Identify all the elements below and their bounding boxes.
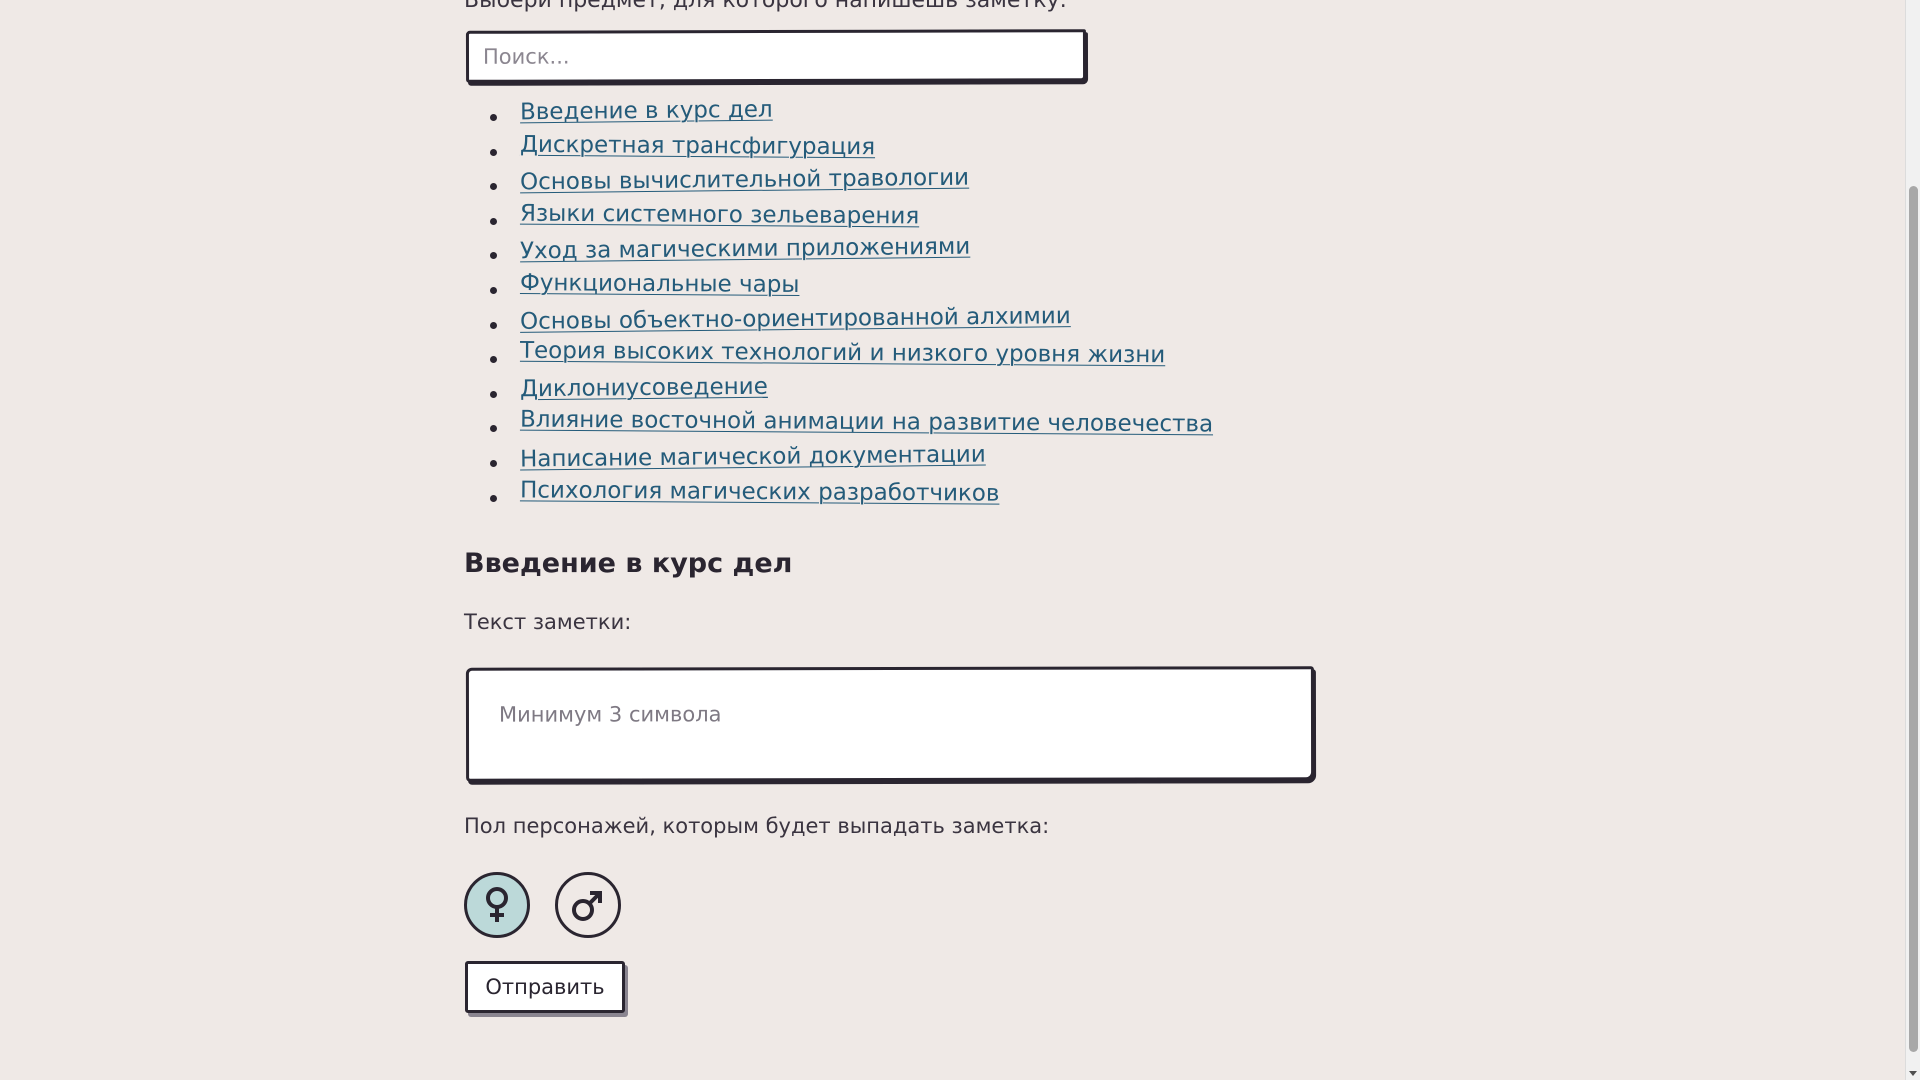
- subject-link[interactable]: Дискретная трансфигурация: [520, 131, 875, 159]
- scrollbar-thumb[interactable]: [1909, 186, 1918, 1052]
- gender-label: Пол персонажей, которым будет выпадать з…: [464, 814, 1050, 838]
- note-textarea[interactable]: [468, 669, 1312, 779]
- female-symbol-icon: [486, 887, 508, 922]
- subject-prompt: Выбери предмет, для которого напишешь за…: [464, 0, 1067, 13]
- subject-link[interactable]: Написание магической документации: [520, 441, 986, 472]
- subject-link[interactable]: Основы объектно-ориентированной алхимии: [520, 303, 1071, 335]
- scrollbar[interactable]: [1905, 0, 1920, 1080]
- male-symbol-icon: [572, 891, 602, 921]
- scroll-down-arrow-icon[interactable]: [1909, 1071, 1917, 1076]
- subject-link[interactable]: Уход за магическими приложениями: [520, 234, 970, 265]
- note-text-field[interactable]: [465, 666, 1315, 782]
- search-field[interactable]: [465, 29, 1087, 83]
- subject-link[interactable]: Функциональные чары: [520, 270, 800, 298]
- search-input[interactable]: [468, 32, 1084, 80]
- note-text-label: Текст заметки:: [464, 610, 632, 634]
- subject-link[interactable]: Диклониусоведение: [520, 373, 768, 402]
- female-gender-button[interactable]: [464, 872, 530, 938]
- selected-subject-title: Введение в курс дел: [464, 548, 793, 579]
- subject-link[interactable]: Языки системного зельеварения: [520, 200, 919, 229]
- subject-link[interactable]: Введение в курс дел: [520, 97, 773, 126]
- subject-link[interactable]: Теория высоких технологий и низкого уров…: [520, 338, 1165, 369]
- submit-button[interactable]: Отправить: [465, 961, 625, 1013]
- subject-link[interactable]: Психология магических разработчиков: [520, 477, 1000, 506]
- subject-link[interactable]: Влияние восточной анимации на развитие ч…: [520, 407, 1213, 438]
- subject-link[interactable]: Основы вычислительной травологии: [520, 165, 969, 196]
- male-gender-button[interactable]: [555, 872, 621, 938]
